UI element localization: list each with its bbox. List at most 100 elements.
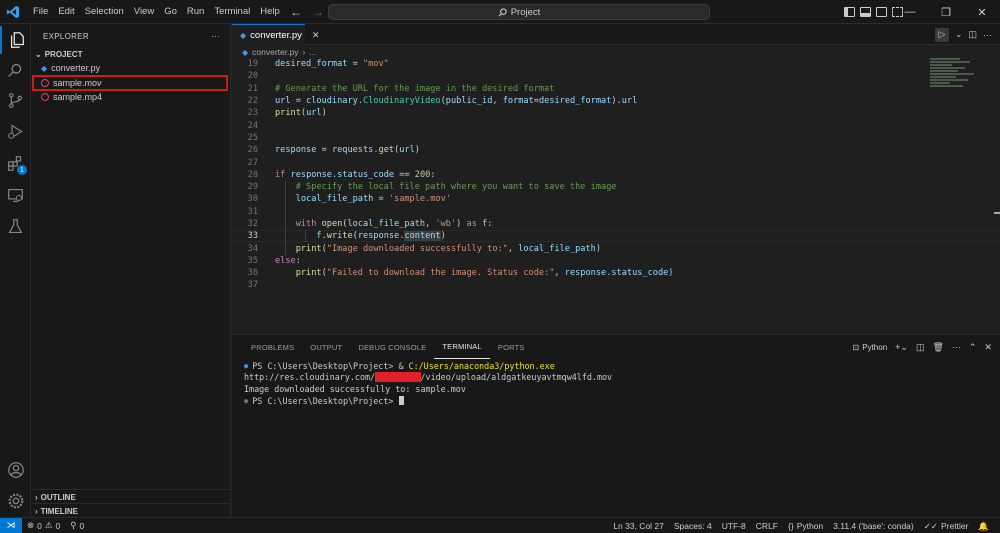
testing-icon[interactable] [0,212,31,240]
maximize-panel-icon[interactable]: ⌃ [969,342,977,353]
tab-ports[interactable]: PORTS [490,335,533,359]
outline-section[interactable]: › OUTLINE [31,489,231,504]
remote-explorer-icon[interactable] [0,181,31,209]
code-line[interactable]: 29 # Specify the local file path where y… [232,181,1000,193]
code-text: # Generate the URL for the image in the … [275,83,555,94]
code-line[interactable]: 20 [232,70,1000,82]
search-view-icon[interactable] [0,56,31,84]
code-line[interactable]: 31 [232,206,1000,218]
command-center-search[interactable]: Project [328,4,710,20]
encoding[interactable]: UTF-8 [717,521,751,531]
double-check-icon: ✓✓ [923,520,938,531]
line-number: 29 [247,182,258,193]
file-item-sample-mp4[interactable]: sample.mp4 [31,90,230,105]
nav-arrows: ← → [290,0,324,24]
minimap[interactable] [930,58,985,98]
menu-go[interactable]: Go [159,0,182,24]
terminal-line: ● PS C:\Users\Desktop\Project> [244,395,612,407]
menu-terminal[interactable]: Terminal [209,0,255,24]
code-line[interactable]: 25 [232,132,1000,144]
code-line[interactable]: 19 desired_format = "mov" [232,58,1000,70]
terminal-selector[interactable]: ⊡ Python [853,343,888,352]
close-window-icon[interactable]: ✕ [964,0,1000,24]
run-debug-icon[interactable] [0,117,31,145]
tab-output[interactable]: OUTPUT [302,335,350,359]
file-item-sample-mov[interactable]: sample.mov [32,74,228,91]
file-item-converter-py[interactable]: ◆ converter.py [31,61,230,76]
menu-selection[interactable]: Selection [80,0,129,24]
breadcrumb-symbol[interactable]: ... [309,47,316,57]
new-terminal-icon[interactable]: +⌄ [895,342,908,353]
extensions-icon[interactable]: 1 [0,149,31,177]
minimize-icon[interactable]: — [892,0,928,24]
tab-converter-py[interactable]: ◆ converter.py ✕ [232,24,319,45]
notifications-icon[interactable]: 🔔 [973,521,994,532]
accounts-icon[interactable] [0,456,31,484]
code-line[interactable]: 32 with open(local_file_path, 'wb') as f… [232,218,1000,230]
code-line[interactable]: 24 [232,119,1000,131]
settings-gear-icon[interactable] [0,487,31,515]
code-line[interactable]: 34 print("Image downloaded successfully … [232,242,1000,254]
python-interpreter[interactable]: 3.11.4 ('base': conda) [828,521,919,531]
cursor-position[interactable]: Ln 33, Col 27 [608,521,669,531]
remote-indicator-icon[interactable]: ⋊ [0,517,22,533]
more-actions-icon[interactable]: ··· [211,32,220,41]
code-line[interactable]: 27 [232,156,1000,168]
ports-status[interactable]: ⚲ 0 [65,520,89,531]
explorer-icon[interactable] [0,26,31,54]
toggle-panel-icon[interactable] [860,7,871,17]
kill-terminal-icon[interactable]: 🗑 [932,342,943,353]
code-line[interactable]: 30 local_file_path = 'sample.mov' [232,193,1000,205]
menu-file[interactable]: File [28,0,53,24]
split-terminal-icon[interactable]: ◫ [916,342,925,353]
breadcrumb-file[interactable]: converter.py [252,47,298,57]
menu-help[interactable]: Help [255,0,285,24]
panel-more-icon[interactable]: ··· [952,342,961,352]
toggle-secondary-sidebar-icon[interactable] [876,7,887,17]
tab-problems[interactable]: PROBLEMS [243,335,302,359]
code-line[interactable]: 35 else: [232,255,1000,267]
run-python-file-icon[interactable]: ▷ [934,27,949,42]
back-arrow-icon[interactable]: ← [290,5,302,19]
terminal-name: Python [862,342,888,352]
language-mode[interactable]: {} Python [783,521,828,531]
line-number: 26 [247,145,258,156]
terminal-output[interactable]: ● PS C:\Users\Desktop\Project> & C:/User… [244,360,612,406]
problems-status[interactable]: ⊗ 0 ⚠ 0 [22,520,65,531]
menu-run[interactable]: Run [182,0,209,24]
menu-view[interactable]: View [129,0,159,24]
code-line[interactable]: 33 f.write(response.content) [232,230,1000,243]
success-message: Image downloaded successfully to: sample… [244,383,466,394]
timeline-section[interactable]: › TIMELINE [31,503,231,518]
menu-edit[interactable]: Edit [53,0,79,24]
python-file-icon: ◆ [242,47,249,57]
explorer-header: EXPLORER ··· [31,26,230,46]
editor-tabs: ◆ converter.py ✕ ▷ ⌄ ◫ ··· [232,24,1000,45]
code-line[interactable]: 22 url = cloudinary.CloudinaryVideo(publi… [232,95,1000,107]
code-line[interactable]: 37 [232,279,1000,291]
editor-more-icon[interactable]: ··· [983,30,992,40]
indentation[interactable]: Spaces: 4 [669,521,717,531]
code-line[interactable]: 23 print(url) [232,107,1000,119]
close-tab-icon[interactable]: ✕ [312,30,320,41]
source-control-icon[interactable] [0,86,31,114]
code-line[interactable]: 26 response = requests.get(url) [232,144,1000,156]
project-section-header[interactable]: ⌄ PROJECT [31,47,230,61]
code-line[interactable]: 28 if response.status_code == 200: [232,169,1000,181]
close-panel-icon[interactable]: ✕ [984,342,992,353]
run-dropdown-icon[interactable]: ⌄ [955,29,963,40]
code-editor[interactable]: 19 desired_format = "mov" 20 21 # Generate t… [232,58,1000,292]
forward-arrow-icon[interactable]: → [312,5,324,19]
code-line[interactable]: 36 print("Failed to download the image. … [232,267,1000,279]
scrollbar-marker[interactable] [994,212,1000,214]
prettier-status[interactable]: ✓✓ Prettier [919,521,974,532]
line-ending[interactable]: CRLF [751,521,783,531]
tab-terminal[interactable]: TERMINAL [434,335,490,359]
bottom-panel: PROBLEMS OUTPUT DEBUG CONSOLE TERMINAL P… [232,334,1000,517]
menu-bar: File Edit Selection View Go Run Terminal… [28,0,285,24]
restore-icon[interactable]: ❐ [928,0,964,24]
code-line[interactable]: 21 # Generate the URL for the image in th… [232,83,1000,95]
toggle-primary-sidebar-icon[interactable] [844,7,855,17]
tab-debug-console[interactable]: DEBUG CONSOLE [350,335,434,359]
split-editor-icon[interactable]: ◫ [968,29,977,40]
